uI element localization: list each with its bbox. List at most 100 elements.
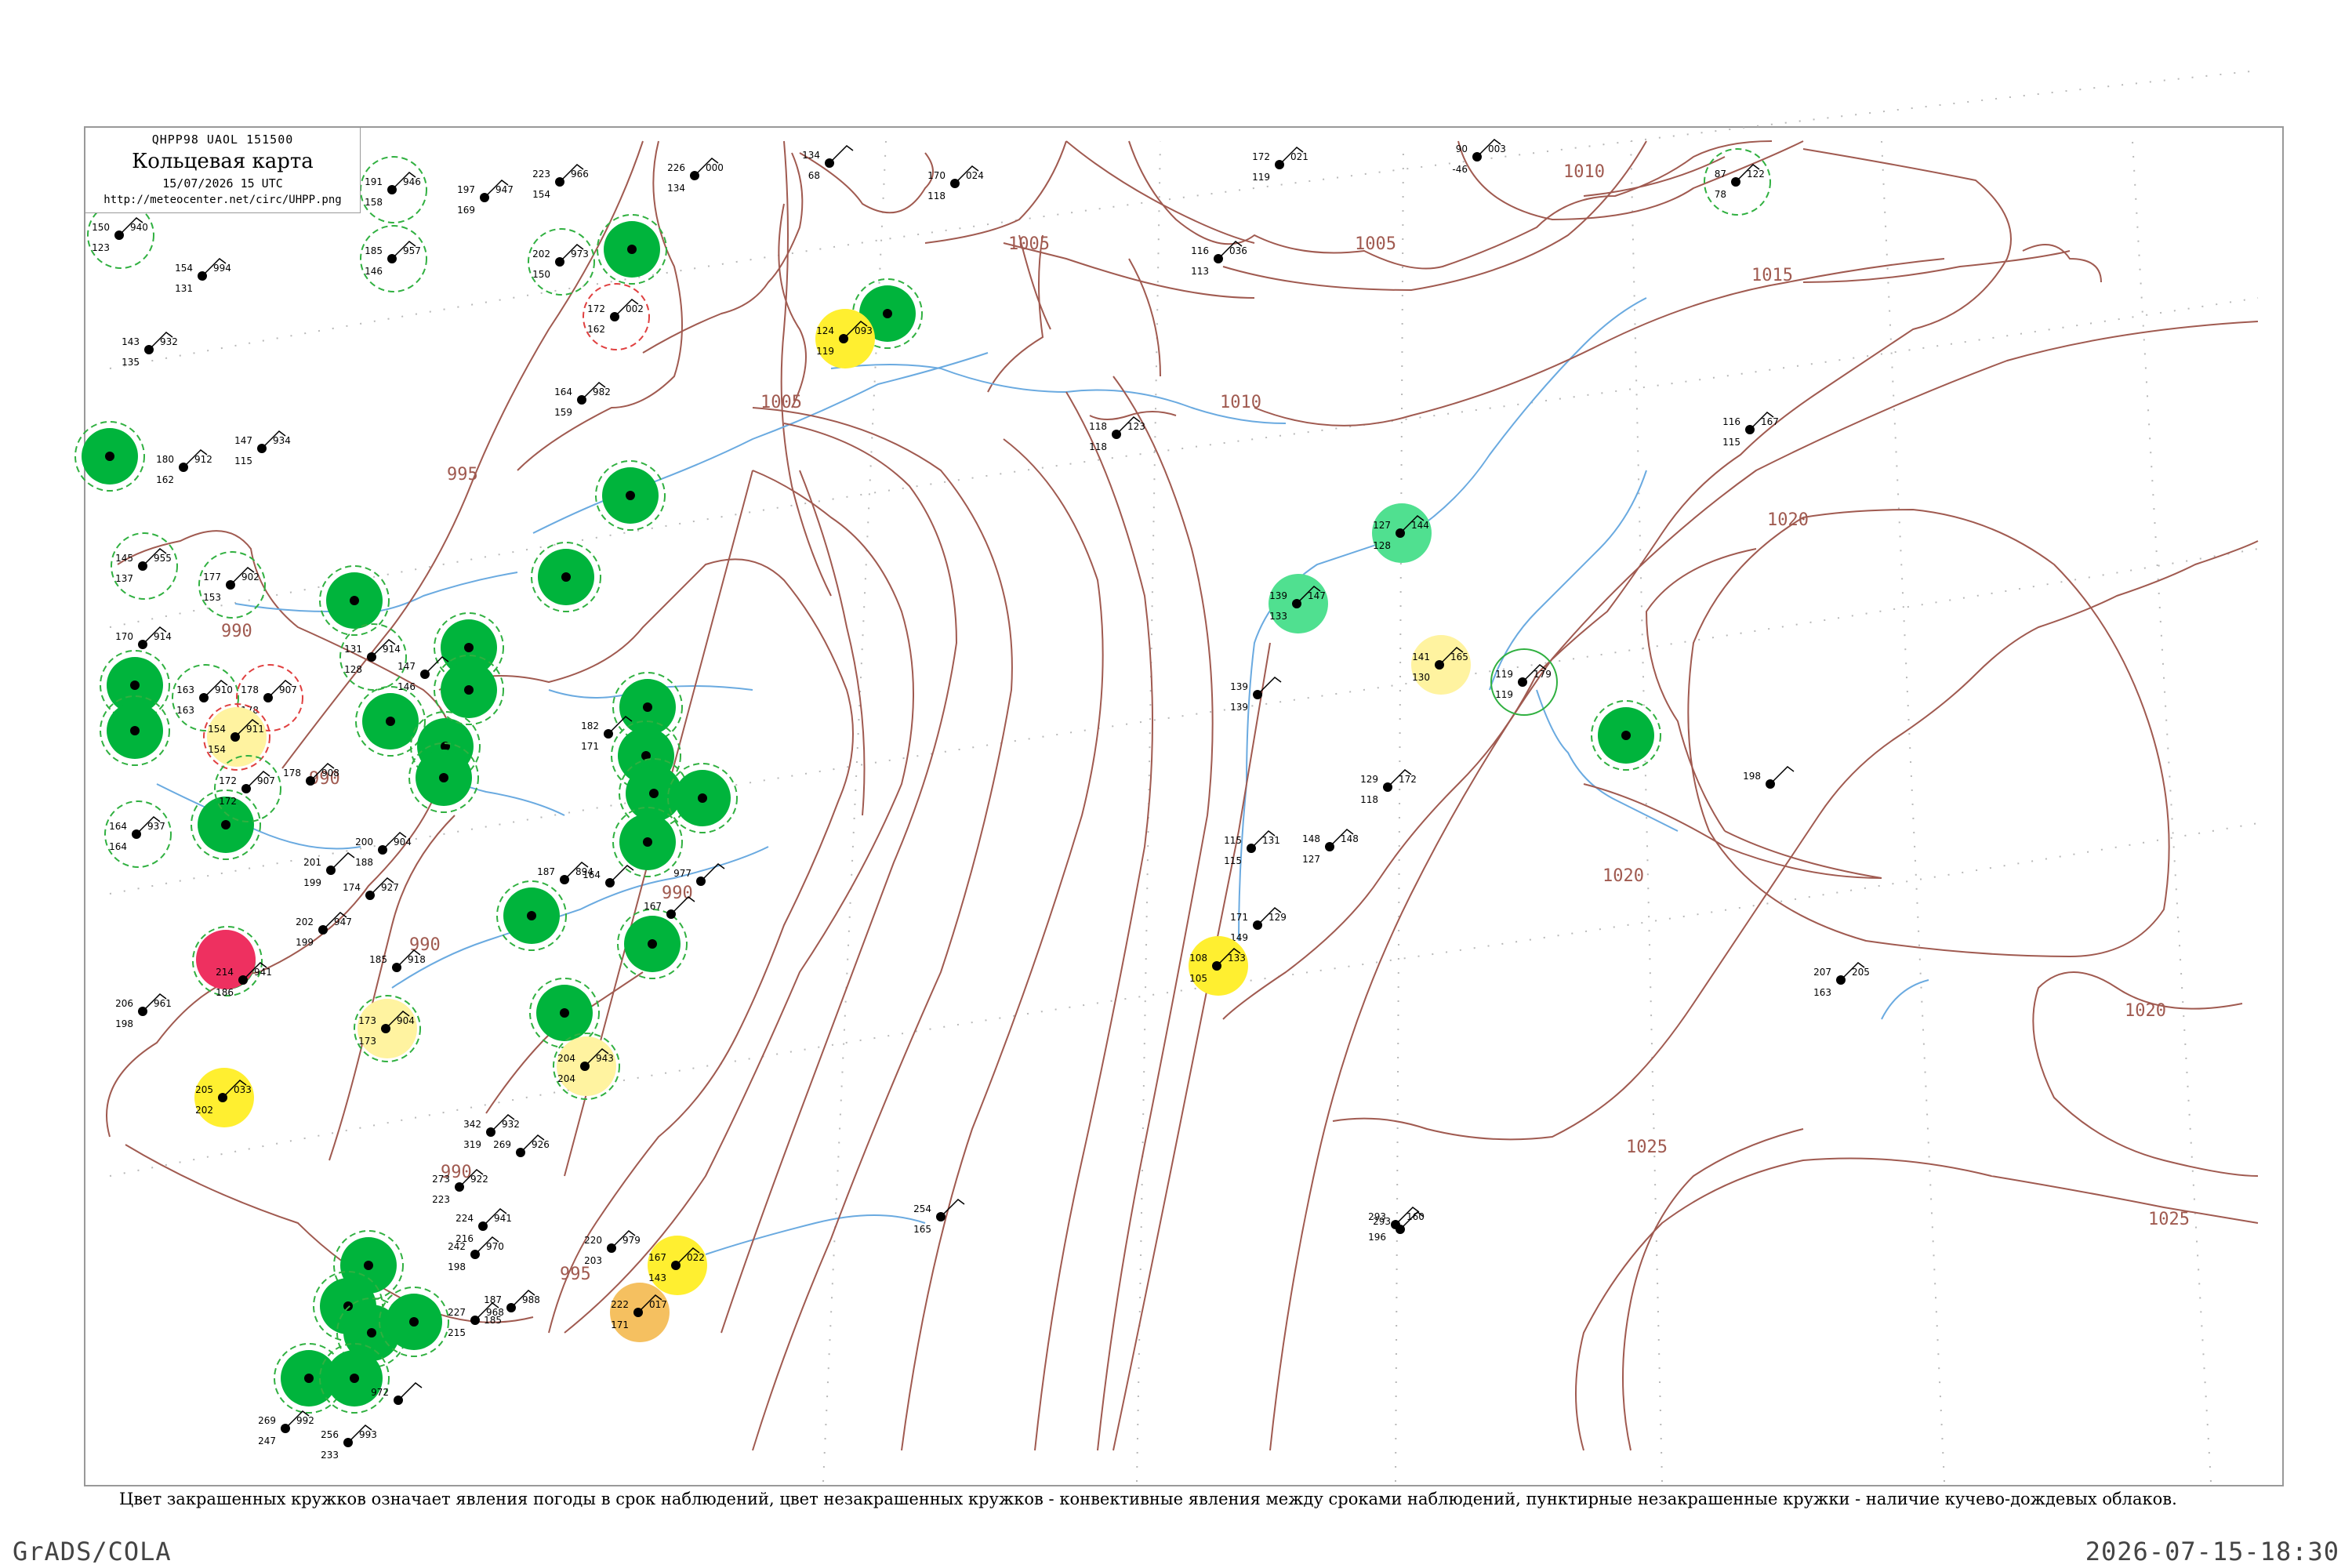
station-pressure: 973 <box>571 249 589 260</box>
station-plot[interactable]: 139 139 <box>1230 677 1282 713</box>
station-plot[interactable]: 119 179 119 <box>1490 648 1558 716</box>
station-plot[interactable]: 220 979 203 <box>584 1230 641 1266</box>
station-pressure: 907 <box>257 775 275 786</box>
station-pressure: 131 <box>1262 835 1280 846</box>
weather-map: 995 990 1005 1005 1005 1010 1010 1015 10… <box>74 70 2284 1486</box>
station-pressure: 957 <box>403 245 421 256</box>
station-plot[interactable]: 204 943 204 <box>553 1033 620 1100</box>
station-plot[interactable]: 185 918 <box>369 949 426 972</box>
station-dewpoint: 123 <box>92 242 110 253</box>
map-frame <box>84 126 2284 1486</box>
station-plot[interactable]: 172 021 119 <box>1252 147 1308 183</box>
station-dewpoint: 216 <box>456 1233 474 1244</box>
station-dewpoint: 171 <box>611 1319 629 1330</box>
station-plot[interactable]: 191 946 158 <box>360 156 427 223</box>
station-dewpoint: 137 <box>115 573 133 584</box>
station-plot[interactable]: 224 941 216 <box>456 1208 512 1244</box>
station-pressure: 036 <box>1229 245 1247 256</box>
station-plot[interactable]: 207 205 163 <box>1813 962 1870 998</box>
station-plot[interactable]: 115 131 115 <box>1224 830 1280 866</box>
isobar-label: 1015 <box>1751 266 1793 285</box>
station-plot[interactable]: 139 147 133 <box>1269 574 1328 633</box>
station-temperature: 170 <box>115 631 133 642</box>
station-temperature: 164 <box>554 387 572 397</box>
isobar-label: 1020 <box>1602 866 1644 886</box>
station-plot[interactable]: 197 947 169 <box>457 180 514 216</box>
station-dot <box>648 939 657 949</box>
station-plot[interactable]: 145 955 137 <box>111 532 178 600</box>
station-temperature: 147 <box>397 661 416 672</box>
station-plot[interactable]: 205 033 202 <box>194 1068 254 1127</box>
station-dot <box>350 596 359 605</box>
station-plot[interactable]: 154 911 154 <box>203 703 270 771</box>
station-plot[interactable]: 972 <box>371 1382 423 1405</box>
station-plot[interactable]: 167 022 143 <box>648 1236 707 1295</box>
station-pressure: 133 <box>1228 953 1246 964</box>
station-plot[interactable]: 154 994 131 <box>175 258 231 294</box>
station-dewpoint: 162 <box>156 474 174 485</box>
station-plot[interactable]: 172 002 162 <box>583 283 650 350</box>
station-plot[interactable]: 131 914 128 <box>339 623 407 691</box>
station-plot[interactable]: 118 123 118 <box>1089 416 1145 452</box>
station-dewpoint: 173 <box>358 1036 376 1047</box>
station-pressure: 926 <box>532 1139 550 1150</box>
station-plot[interactable]: 87 122 78 <box>1704 148 1771 216</box>
station-pressure: 934 <box>273 435 291 446</box>
station-plot[interactable]: 222 017 171 <box>610 1283 670 1342</box>
software-credit: GrADS/COLA <box>13 1537 172 1566</box>
station-plot[interactable]: 170 914 <box>115 626 172 649</box>
station-plot[interactable]: 143 932 135 <box>122 332 178 368</box>
station-plot[interactable]: 269 992 247 <box>258 1410 314 1446</box>
station-plot[interactable]: 177 902 153 <box>198 551 266 619</box>
station-plot[interactable]: 129 172 118 <box>1360 769 1417 805</box>
station-plot[interactable]: 174 927 <box>343 877 399 900</box>
station-plot[interactable]: 200 904 188 <box>355 832 412 868</box>
station-plot[interactable]: 269 926 <box>493 1134 550 1157</box>
station-plot[interactable]: 141 165 130 <box>1411 635 1471 695</box>
station-plot[interactable]: 164 937 164 <box>104 800 172 868</box>
station-plot[interactable]: 185 957 146 <box>360 225 427 292</box>
station-plot[interactable]: 254 165 <box>913 1199 965 1235</box>
station-plot[interactable]: 90 003 -46 <box>1452 139 1506 175</box>
station-temperature: 206 <box>115 998 133 1009</box>
station-plot[interactable]: 342 932 319 <box>463 1114 520 1150</box>
station-temperature: 178 <box>283 768 301 779</box>
station-temperature: 173 <box>358 1015 376 1026</box>
station-plot[interactable]: 127 144 128 <box>1372 503 1432 563</box>
station-plot[interactable]: 170 024 118 <box>927 165 984 201</box>
station-dewpoint: 134 <box>667 183 685 194</box>
station-plot[interactable]: 198 <box>1743 766 1795 789</box>
station-plot[interactable]: 202 973 150 <box>528 228 595 296</box>
station-temperature: 200 <box>355 837 373 848</box>
station-temperature: 254 <box>913 1203 931 1214</box>
station-plot[interactable]: 173 904 173 <box>354 995 421 1062</box>
station-plot[interactable]: 202 947 199 <box>296 912 352 948</box>
station-plot[interactable]: 977 <box>673 863 725 886</box>
map-datetime: 15/07/2026 15 UTC <box>162 176 283 191</box>
station-pressure: 907 <box>279 684 297 695</box>
station-pressure: 033 <box>234 1084 252 1095</box>
map-source-url[interactable]: http://meteocenter.net/circ/UHPP.png <box>85 194 360 206</box>
station-pressure: 093 <box>855 325 873 336</box>
station-plot[interactable]: 226 000 134 <box>667 158 724 194</box>
station-dewpoint: 163 <box>176 705 194 716</box>
isobar-label: 1025 <box>2148 1210 2190 1229</box>
station-plot[interactable]: 223 966 154 <box>532 164 589 200</box>
station-temperature: 269 <box>493 1139 511 1150</box>
station-plot[interactable]: 148 148 127 <box>1302 829 1359 865</box>
station-plot[interactable]: 116 167 115 <box>1722 412 1779 448</box>
station-plot[interactable]: 108 133 105 <box>1189 936 1248 996</box>
station-temperature: 273 <box>432 1174 450 1185</box>
station-plot[interactable]: 134 68 <box>802 145 854 181</box>
station-pressure: 902 <box>241 572 260 583</box>
station-plot[interactable]: 256 993 233 <box>321 1425 377 1461</box>
station-pressure: 988 <box>522 1294 540 1305</box>
station-plot[interactable]: 206 961 198 <box>115 993 172 1029</box>
station-plot[interactable]: 180 912 162 <box>156 449 212 485</box>
station-pressure: 932 <box>160 336 178 347</box>
station-plot[interactable]: 147 934 115 <box>234 430 291 466</box>
station-plot[interactable]: 124 093 119 <box>815 309 875 368</box>
station-dewpoint: -46 <box>1452 164 1468 175</box>
station-temperature: 185 <box>365 245 383 256</box>
station-dewpoint: 131 <box>175 283 193 294</box>
